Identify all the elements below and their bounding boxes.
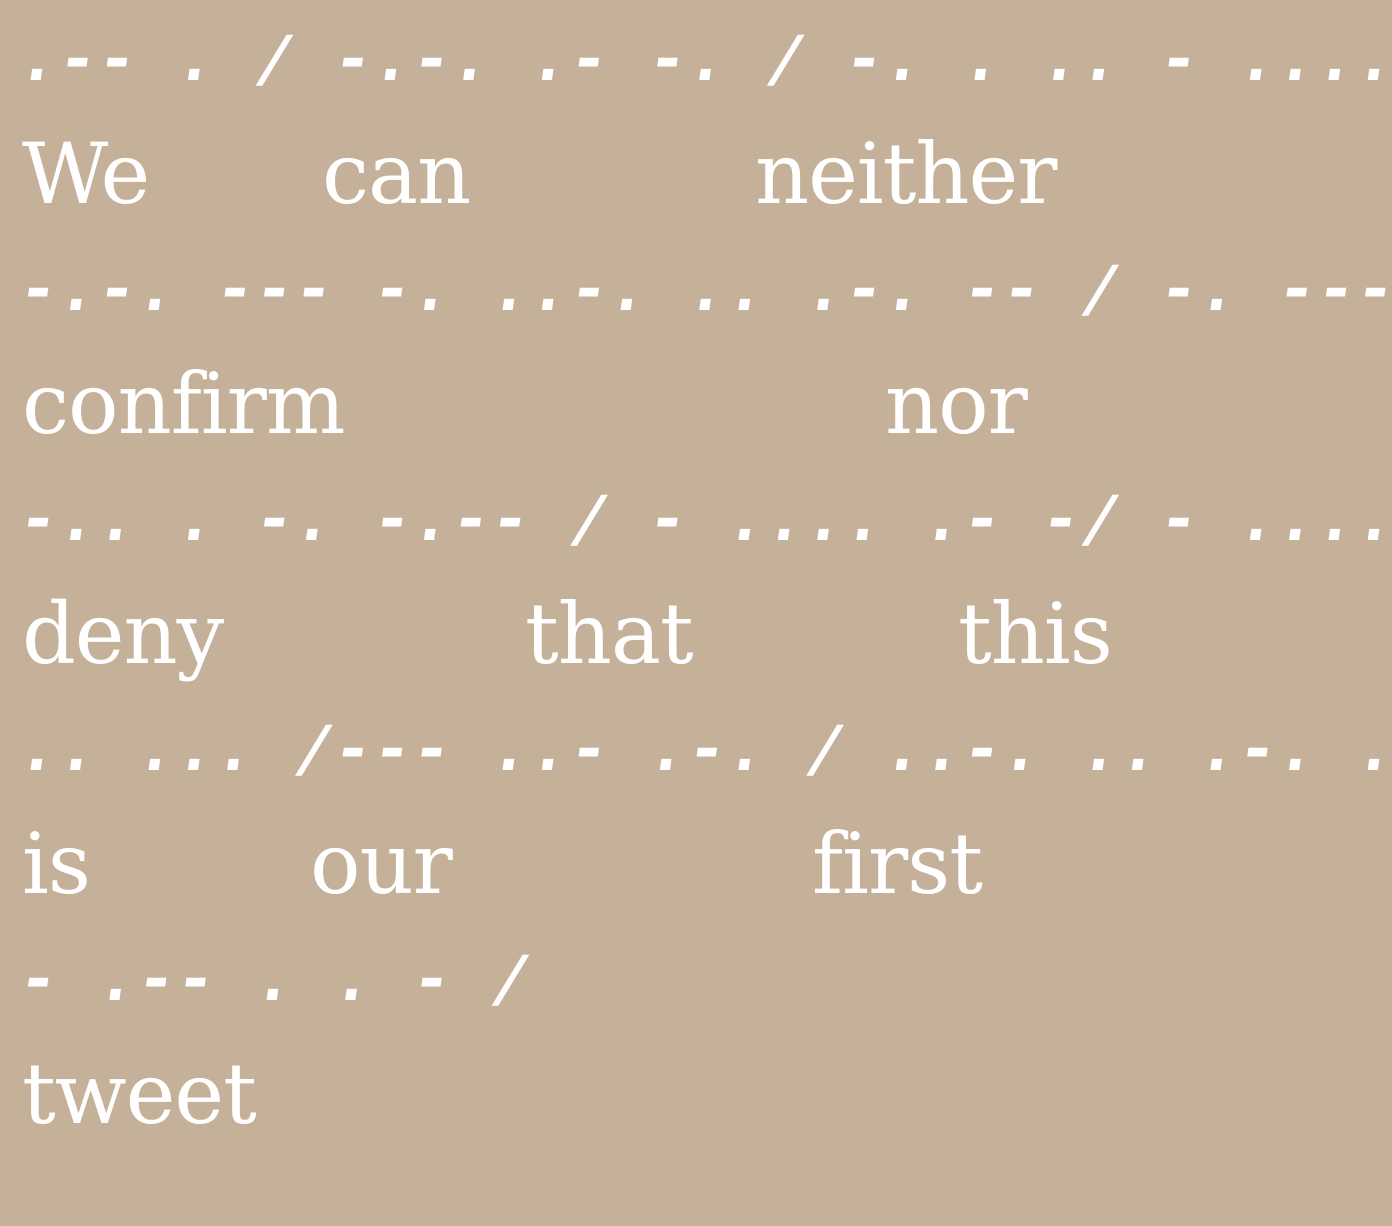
morse-tweet-poster: .-- . / -.-. .- -. / -. . .. - .... . .-…: [0, 0, 1392, 1226]
morse-line-2: -.-. --- -. ..-. .. .-. -- / -. --- .-. …: [14, 252, 1392, 325]
word-this: this: [958, 585, 1113, 683]
morse-line-4: .. ... /--- ..- .-. / ..-. .. .-. ... - …: [14, 712, 1392, 785]
morse-line-3: -.. . -. -.-- / - .... .- -/ - .... .. .…: [14, 482, 1392, 555]
morse-line-1: .-- . / -.-. .- -. / -. . .. - .... . .-…: [14, 22, 1392, 95]
word-deny: deny: [22, 585, 224, 683]
word-can: can: [322, 125, 471, 223]
word-we: We: [22, 125, 150, 223]
word-our: our: [310, 815, 453, 913]
word-that: that: [525, 585, 694, 683]
word-neither: neither: [755, 125, 1057, 223]
word-is: is: [22, 815, 91, 913]
word-confirm: confirm: [22, 355, 345, 453]
word-first: first: [812, 815, 983, 913]
word-nor: nor: [885, 355, 1028, 453]
morse-line-5: - .-- . . - /: [14, 942, 537, 1015]
word-tweet: tweet: [22, 1045, 257, 1143]
